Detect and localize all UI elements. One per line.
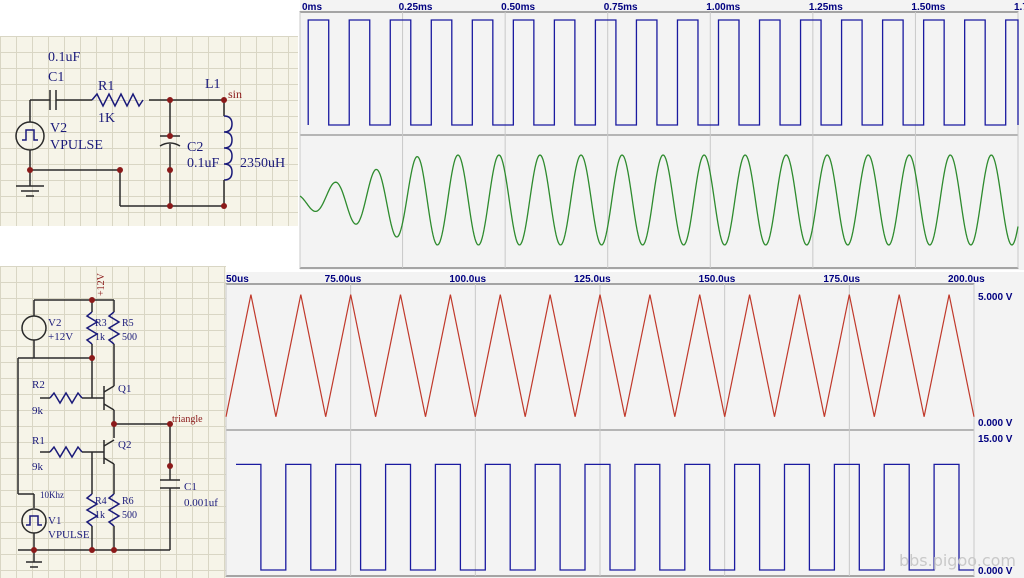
top-time-tick: 0.25ms	[399, 2, 433, 13]
r5-value: 500	[122, 332, 137, 343]
v2-name: V2	[48, 317, 61, 329]
frequency-label: 10Khz	[40, 490, 64, 500]
bottom-time-tick: 75.00us	[325, 274, 362, 285]
top-schematic: 0.1uF C1 R1 1K L1 sin V2 VPULSE C2 0.1uF…	[0, 36, 298, 226]
r4-name: R4	[95, 496, 107, 507]
top-time-tick: 1.75	[1014, 2, 1024, 13]
top-scope-svg: 0ms 0.25ms 0.50ms 0.75ms 1.00ms 1.25ms 1.50ms 1…	[299, 2, 1024, 269]
bottom-time-tick: 150.0us	[699, 274, 736, 285]
top-time-tick: 1.50ms	[911, 2, 945, 13]
v1-type: VPULSE	[48, 529, 90, 541]
bottom-time-tick: 50us	[226, 274, 249, 285]
l1-value: 2350uH	[240, 156, 285, 171]
ch2-max-label: 15.00 V	[978, 434, 1013, 445]
top-time-tick: 0ms	[302, 2, 322, 13]
top-time-tick: 0.75ms	[604, 2, 638, 13]
r6-name: R6	[122, 496, 134, 507]
r1-name: R1	[98, 79, 114, 94]
bottom-scope: 50us 75.00us 100.0us 125.0us 150.0us 175.0us 2…	[225, 272, 1024, 578]
v1-name: V1	[48, 515, 61, 527]
top-scope: 0ms 0.25ms 0.50ms 0.75ms 1.00ms 1.25ms 1.50ms 1…	[299, 0, 1024, 270]
supply-net-label: +12V	[96, 272, 107, 296]
r5-name: R5	[122, 318, 134, 329]
q2-name: Q2	[118, 439, 131, 451]
top-time-tick: 0.50ms	[501, 2, 535, 13]
net-label-triangle: triangle	[172, 414, 203, 425]
bottom-scope-svg: 50us 75.00us 100.0us 125.0us 150.0us 175.0us 2…	[225, 274, 1013, 577]
net-label-sin: sin	[228, 87, 242, 101]
bottom-time-tick: 200.0us	[948, 274, 985, 285]
r4-value: 1k	[95, 510, 105, 521]
r1-value: 9k	[32, 461, 44, 473]
c1-value: 0.1uF	[48, 50, 81, 65]
c1-name: C1	[184, 481, 197, 493]
watermark: bbs.pigoo.com	[898, 551, 1016, 570]
r1-name: R1	[32, 435, 45, 447]
c2-value: 0.1uF	[187, 156, 220, 171]
q1-name: Q1	[118, 383, 131, 395]
r1-value: 1K	[98, 111, 115, 126]
r2-value: 9k	[32, 405, 44, 417]
v2-name: V2	[50, 121, 67, 136]
c1-name: C1	[48, 70, 64, 85]
bottom-time-tick: 100.0us	[449, 274, 486, 285]
r6-value: 500	[122, 510, 137, 521]
r3-name: R3	[95, 318, 107, 329]
ch1-max-label: 5.000 V	[978, 292, 1013, 303]
bottom-schematic: +12V V2 +12V R3 1k R5 500 R2 9k Q1 trian…	[0, 266, 226, 578]
bottom-schematic-svg: +12V V2 +12V R3 1k R5 500 R2 9k Q1 trian…	[17, 272, 218, 568]
ch1-min-label: 0.000 V	[978, 418, 1013, 429]
c2-name: C2	[187, 140, 203, 155]
top-schematic-svg: 0.1uF C1 R1 1K L1 sin V2 VPULSE C2 0.1uF…	[15, 50, 285, 209]
bottom-time-tick: 175.0us	[823, 274, 860, 285]
v2-type: VPULSE	[50, 138, 103, 153]
bottom-time-tick: 125.0us	[574, 274, 611, 285]
v2-source-symbol	[15, 121, 45, 151]
v2-value: +12V	[48, 331, 73, 343]
r3-value: 1k	[95, 332, 105, 343]
top-time-tick: 1.00ms	[706, 2, 740, 13]
r2-name: R2	[32, 379, 45, 391]
top-time-tick: 1.25ms	[809, 2, 843, 13]
l1-name: L1	[205, 77, 221, 92]
c1-value: 0.001uf	[184, 497, 218, 509]
